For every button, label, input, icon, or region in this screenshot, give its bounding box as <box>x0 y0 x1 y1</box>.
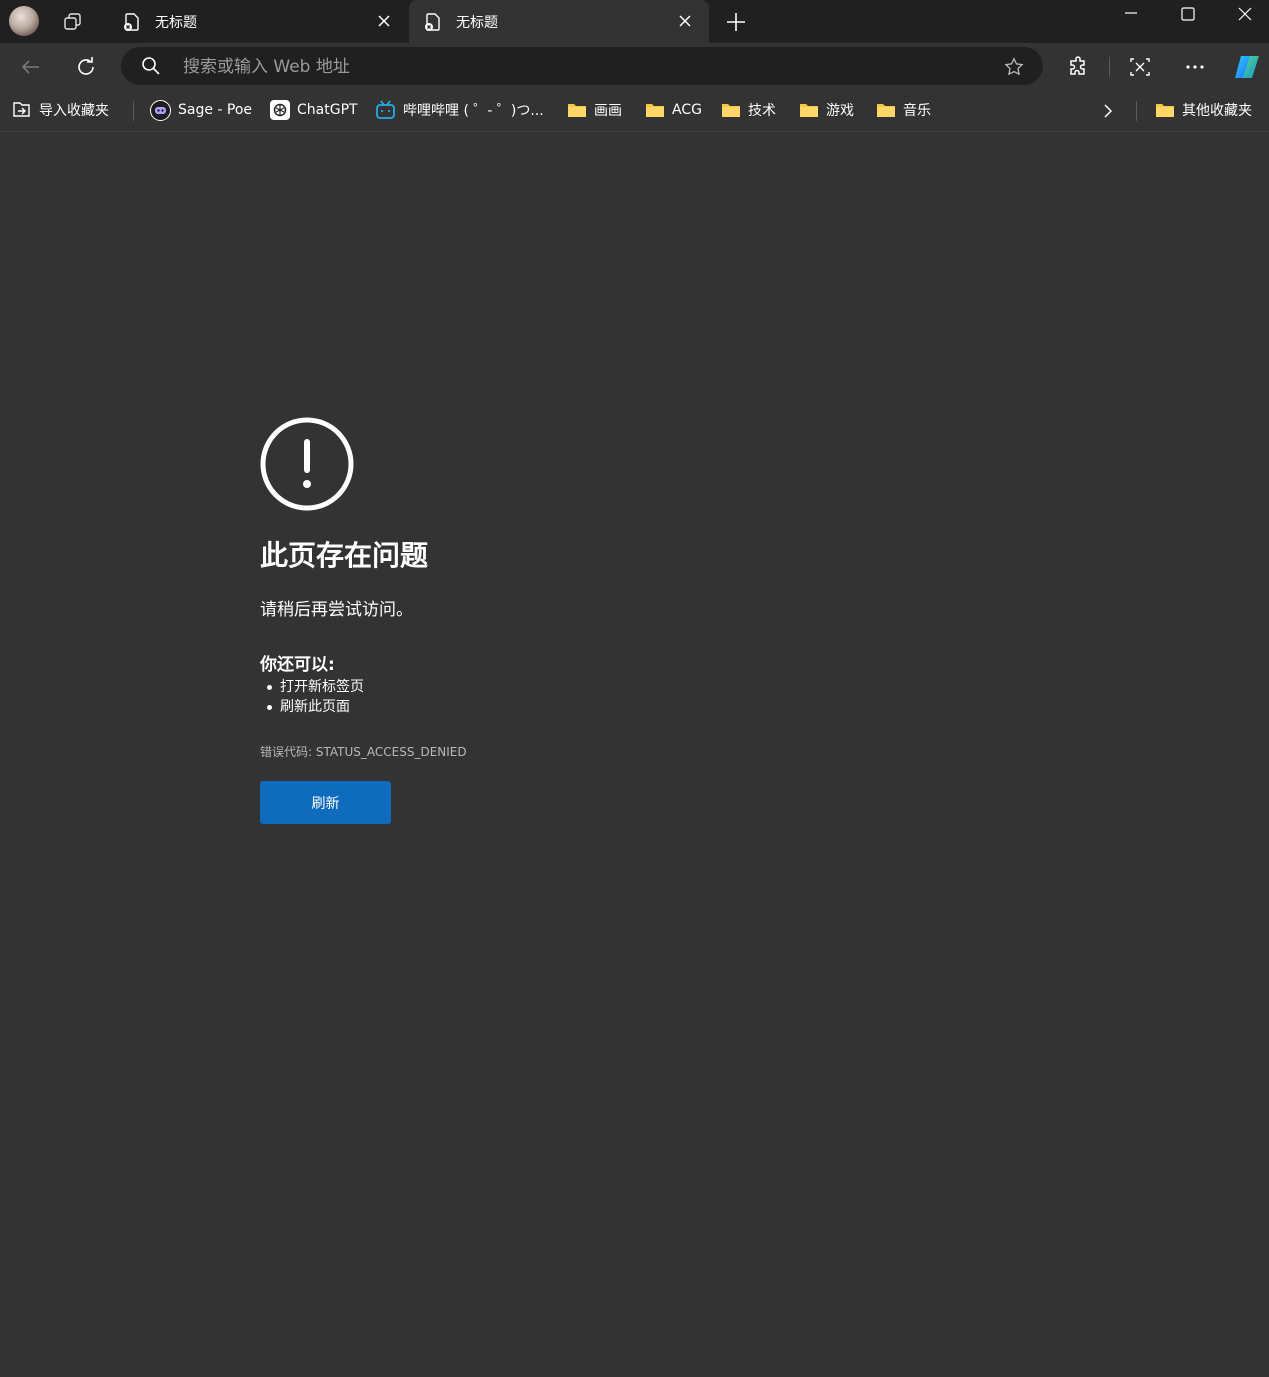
search-icon <box>142 57 160 75</box>
bookmark-folder-games[interactable]: 游戏 <box>799 99 854 121</box>
warning-circle-icon <box>260 417 354 511</box>
back-icon[interactable] <box>18 54 44 80</box>
workspaces-icon[interactable] <box>61 10 85 34</box>
suggestions-heading: 你还可以: <box>260 655 335 675</box>
toolbar-separator <box>1109 57 1110 77</box>
bookmark-label: 技术 <box>748 103 776 119</box>
folder-icon <box>568 104 586 117</box>
suggestion-refresh-page: 刷新此页面 <box>260 697 364 717</box>
bookmarks-bar: 导入收藏夹 Sage - Poe ChatGPT 哔哩哔哩 ( ゜- ゜)つ..… <box>0 90 1269 132</box>
error-page-icon <box>425 13 440 31</box>
bookmark-label: Sage - Poe <box>178 102 253 118</box>
copilot-icon[interactable] <box>1232 52 1262 82</box>
bookmark-folder-music[interactable]: 音乐 <box>876 99 931 121</box>
bookmarks-separator <box>133 101 134 121</box>
suggestions-list: 打开新标签页 刷新此页面 <box>260 677 364 717</box>
tab-untitled-1[interactable]: 无标题 <box>108 0 408 43</box>
error-subtitle: 请稍后再尝试访问。 <box>260 600 413 620</box>
bookmark-folder-tech[interactable]: 技术 <box>721 99 776 121</box>
bookmark-label: ACG <box>672 102 702 118</box>
error-code: 错误代码: STATUS_ACCESS_DENIED <box>260 745 467 759</box>
toolbar <box>0 43 1269 90</box>
bookmark-chatgpt[interactable]: ChatGPT <box>270 99 358 121</box>
chevron-right-icon[interactable] <box>1098 101 1118 121</box>
bookmark-folder-acg[interactable]: ACG <box>645 99 702 121</box>
bookmark-label: ChatGPT <box>297 102 358 118</box>
bookmark-bilibili[interactable]: 哔哩哔哩 ( ゜- ゜)つ... <box>375 99 544 121</box>
bookmark-label: 音乐 <box>903 103 931 119</box>
refresh-button[interactable]: 刷新 <box>260 781 391 824</box>
error-page-icon <box>124 13 139 31</box>
close-icon[interactable] <box>374 11 394 31</box>
title-bar: 无标题 无标题 <box>0 0 1269 43</box>
page-content: 此页存在问题 请稍后再尝试访问。 你还可以: 打开新标签页 刷新此页面 错误代码… <box>0 132 1269 1377</box>
folder-icon <box>646 104 664 117</box>
bookmark-label: 其他收藏夹 <box>1182 103 1252 119</box>
close-icon[interactable] <box>675 11 695 31</box>
refresh-icon[interactable] <box>73 54 99 80</box>
folder-icon <box>800 104 818 117</box>
maximize-icon[interactable] <box>1176 4 1200 28</box>
window-close-icon[interactable] <box>1233 4 1257 28</box>
tab-title: 无标题 <box>155 15 197 31</box>
bookmarks-separator <box>1136 101 1137 121</box>
address-bar[interactable] <box>121 47 1043 85</box>
bilibili-icon <box>376 100 395 119</box>
import-icon <box>13 102 30 117</box>
bookmark-label: 导入收藏夹 <box>39 103 109 119</box>
bookmark-other-favorites[interactable]: 其他收藏夹 <box>1155 99 1252 121</box>
poe-icon <box>150 99 171 121</box>
bookmark-folder-drawing[interactable]: 画画 <box>567 99 622 121</box>
screenshot-icon[interactable] <box>1127 54 1153 80</box>
favorite-star-icon[interactable] <box>1003 56 1025 78</box>
folder-icon <box>722 104 740 117</box>
more-options-icon[interactable] <box>1182 54 1208 80</box>
profile-avatar[interactable] <box>9 6 39 36</box>
bookmark-sage-poe[interactable]: Sage - Poe <box>150 99 252 121</box>
tab-untitled-2[interactable]: 无标题 <box>409 0 709 43</box>
new-tab-icon[interactable] <box>724 10 748 34</box>
bookmark-label: 画画 <box>594 103 622 119</box>
bookmark-label: 哔哩哔哩 ( ゜- ゜)つ... <box>403 103 544 119</box>
tab-title: 无标题 <box>456 15 498 31</box>
bookmark-import[interactable]: 导入收藏夹 <box>11 99 109 121</box>
error-title: 此页存在问题 <box>260 539 429 572</box>
folder-icon <box>1156 104 1174 117</box>
extensions-icon[interactable] <box>1066 54 1092 80</box>
minimize-icon[interactable] <box>1119 4 1143 28</box>
address-input[interactable] <box>181 53 985 81</box>
bookmark-label: 游戏 <box>826 103 854 119</box>
suggestion-open-new-tab: 打开新标签页 <box>260 677 364 697</box>
chatgpt-icon <box>270 100 290 120</box>
folder-icon <box>877 104 895 117</box>
